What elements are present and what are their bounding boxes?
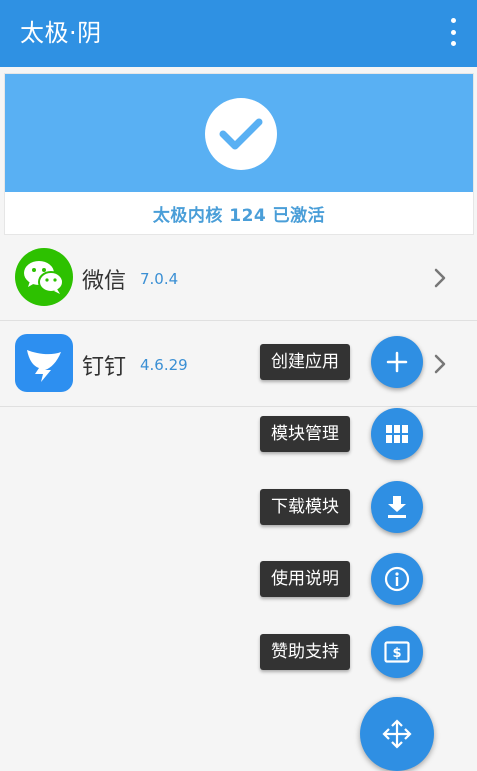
- fab-label[interactable]: 模块管理: [260, 416, 350, 452]
- fab-item-download-module[interactable]: 下载模块: [0, 479, 477, 535]
- wechat-icon: [15, 248, 73, 306]
- fab-label[interactable]: 赞助支持: [260, 634, 350, 670]
- status-banner: [5, 74, 473, 192]
- fab-label[interactable]: 下载模块: [260, 489, 350, 525]
- download-icon[interactable]: [371, 481, 423, 533]
- svg-text:$: $: [392, 646, 401, 661]
- fab-item-module-manage[interactable]: 模块管理: [0, 406, 477, 462]
- fab-item-sponsor[interactable]: 赞助支持 $: [0, 624, 477, 680]
- app-title: 太极·阴: [20, 19, 102, 47]
- dollar-icon[interactable]: $: [371, 626, 423, 678]
- app-row-wechat[interactable]: 微信 7.0.4: [0, 235, 477, 321]
- move-arrows-icon[interactable]: [360, 697, 434, 771]
- fab-label[interactable]: 创建应用: [260, 344, 350, 380]
- status-text: 太极内核 124 已激活: [152, 206, 326, 226]
- status-card: 太极内核 124 已激活: [4, 73, 474, 235]
- fab-label[interactable]: 使用说明: [260, 561, 350, 597]
- app-bar: 太极·阴: [0, 0, 477, 67]
- fab-item-create-app[interactable]: 创建应用: [0, 334, 477, 390]
- chevron-right-icon[interactable]: [433, 267, 447, 289]
- check-icon: [205, 98, 277, 170]
- more-vert-icon[interactable]: [443, 16, 463, 48]
- info-icon[interactable]: [371, 553, 423, 605]
- app-name: 微信: [82, 269, 127, 294]
- plus-icon[interactable]: [371, 336, 423, 388]
- fab-item-instructions[interactable]: 使用说明: [0, 551, 477, 607]
- grid-icon[interactable]: [371, 408, 423, 460]
- app-version: 7.0.4: [140, 270, 179, 288]
